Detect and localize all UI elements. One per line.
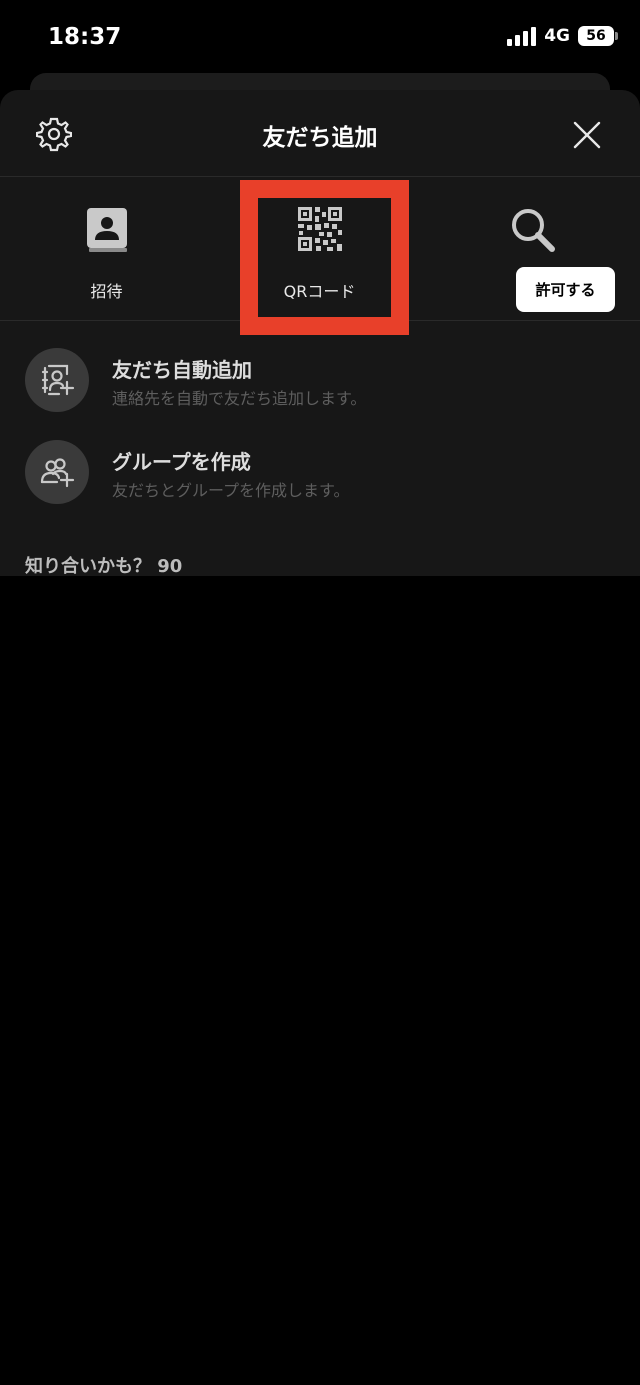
- battery-level: 56: [586, 28, 606, 44]
- status-indicators: 4G 56: [507, 26, 618, 46]
- auto-add-subtitle: 連絡先を自動で友だち追加します。: [112, 389, 367, 408]
- sheet-header: 友だち追加: [0, 90, 640, 176]
- status-time: 18:37: [48, 24, 122, 50]
- create-group-subtitle: 友だちとグループを作成します。: [112, 481, 350, 500]
- suggestions-list: [5, 576, 627, 1385]
- invite-button[interactable]: 招待: [0, 176, 213, 320]
- group-add-icon: [25, 440, 89, 504]
- create-group-title: グループを作成: [112, 450, 251, 474]
- signal-icon: [507, 26, 537, 46]
- create-group-row[interactable]: グループを作成 友だちとグループを作成します。: [0, 432, 640, 512]
- auto-add-friends-row[interactable]: 友だち自動追加 連絡先を自動で友だち追加します。: [0, 340, 640, 420]
- highlight-box: [240, 180, 409, 335]
- contact-add-icon: [25, 348, 89, 412]
- contact-book-icon: [86, 208, 127, 252]
- page-title: 友だち追加: [262, 125, 378, 151]
- battery-icon: 56: [578, 26, 618, 46]
- invite-label: 招待: [90, 282, 123, 301]
- status-bar: 18:37 4G 56: [0, 0, 640, 74]
- suggestions-title: 知り合いかも？ 90: [25, 556, 183, 577]
- allow-button[interactable]: 許可する: [516, 267, 615, 312]
- network-type: 4G: [544, 26, 570, 46]
- close-icon[interactable]: [572, 120, 602, 150]
- auto-add-title: 友だち自動追加: [112, 358, 252, 382]
- search-icon: [511, 209, 555, 252]
